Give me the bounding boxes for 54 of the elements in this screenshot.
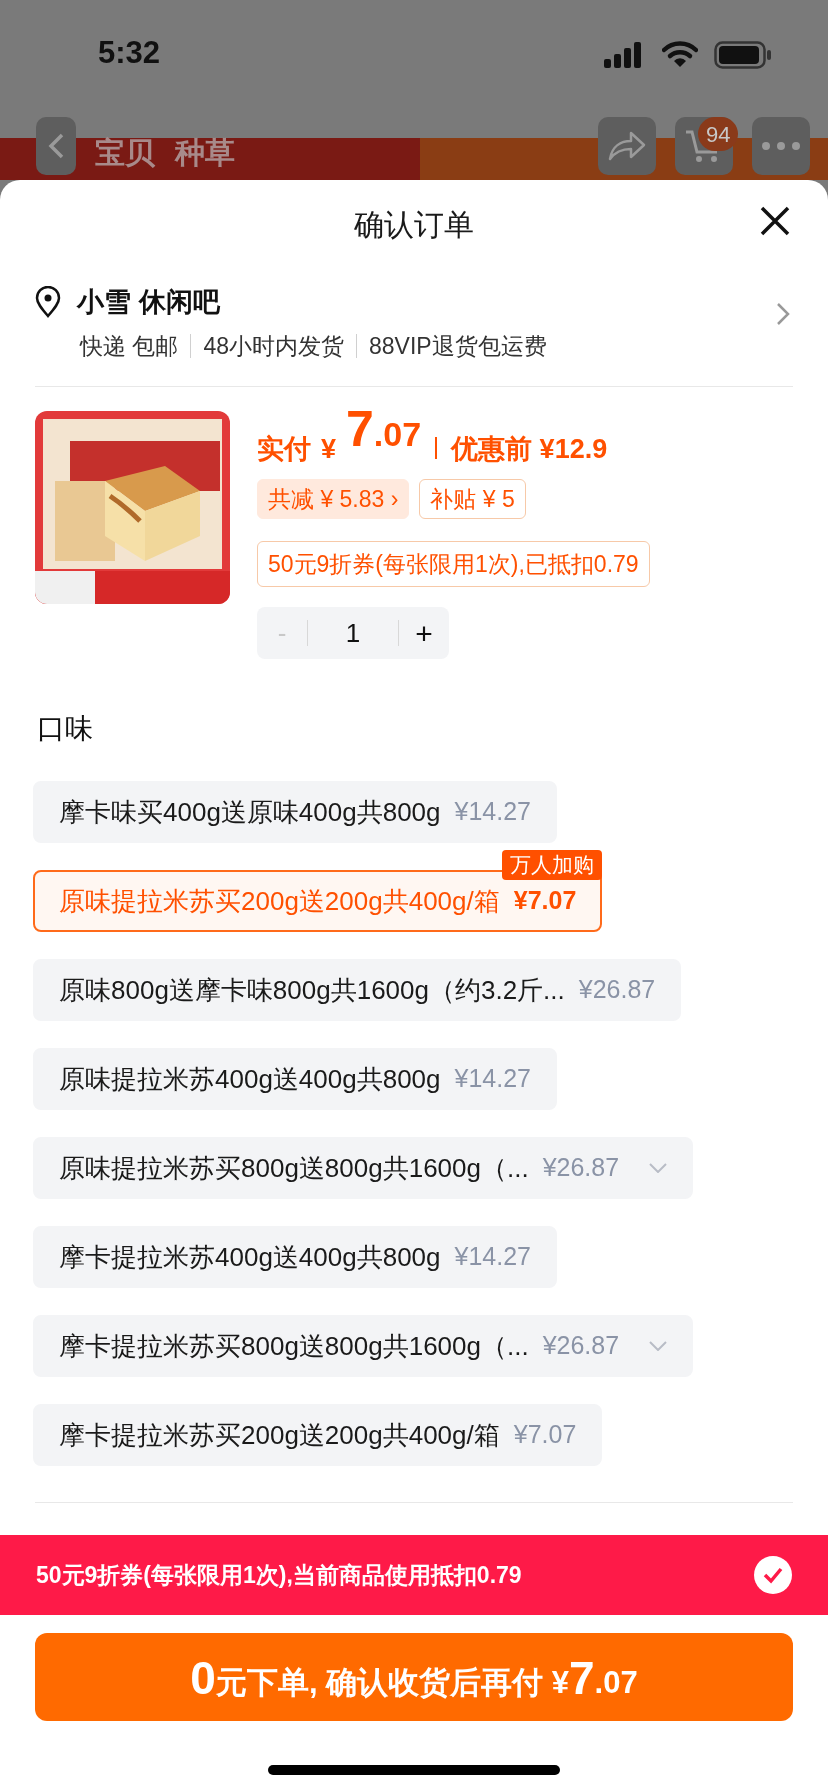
plus-button[interactable]: +	[399, 610, 449, 656]
option-price: ¥26.87	[542, 1152, 620, 1184]
share-arrow-icon	[607, 130, 647, 162]
option-price: ¥26.87	[542, 1330, 620, 1362]
currency-sign: ¥	[321, 433, 337, 466]
original-price: 优惠前 ¥12.9	[451, 433, 608, 466]
checkmark-icon[interactable]	[754, 1556, 792, 1594]
option-price: ¥26.87	[578, 974, 656, 1006]
more-button[interactable]	[752, 117, 810, 175]
option-label: 摩卡味买400g送原味400g共800g	[59, 795, 441, 829]
option-label: 摩卡提拉米苏买200g送200g共400g/箱	[59, 1418, 500, 1452]
option-price: ¥14.27	[454, 1063, 531, 1095]
option-label: 原味提拉米苏买200g送200g共400g/箱	[59, 884, 500, 918]
option-label: 摩卡提拉米苏400g送400g共800g	[59, 1240, 441, 1274]
option-label: 原味800g送摩卡味800g共1600g（约3.2斤...	[59, 973, 565, 1007]
popularity-badge: 万人加购	[502, 850, 603, 880]
option-price: ¥7.07	[513, 1419, 577, 1451]
sheet-title: 确认订单	[354, 206, 474, 243]
discount-tag: 补贴 ¥ 5	[419, 479, 526, 519]
price-amount: 7.07	[346, 403, 422, 459]
status-time: 5:32	[98, 34, 161, 72]
option-chip[interactable]: 原味提拉米苏400g送400g共800g ¥14.27	[33, 1048, 557, 1110]
price-label: 实付	[257, 433, 311, 466]
coupon-banner-text: 50元9折券(每张限用1次),当前商品使用抵扣0.79	[36, 1560, 522, 1590]
option-price: ¥14.27	[454, 796, 531, 828]
option-chip[interactable]: 摩卡提拉米苏买800g送800g共1600g（... ¥26.87	[33, 1315, 694, 1377]
chevron-left-icon	[47, 132, 65, 160]
quantity-value: 1	[344, 616, 362, 650]
option-chip[interactable]: 摩卡提拉米苏400g送400g共800g ¥14.27	[33, 1226, 557, 1288]
close-button[interactable]	[758, 204, 792, 238]
option-label: 原味提拉米苏400g送400g共800g	[59, 1062, 441, 1096]
option-label: 摩卡提拉米苏买800g送800g共1600g（...	[59, 1329, 529, 1363]
more-dots-icon	[761, 141, 801, 151]
close-icon	[758, 204, 792, 238]
chevron-right-icon	[776, 302, 790, 326]
location-pin-icon	[35, 286, 61, 318]
recipient-name: 小雪 休闲吧	[77, 285, 220, 319]
option-chip[interactable]: 原味提拉米苏买800g送800g共1600g（... ¥26.87	[33, 1137, 694, 1199]
battery-icon	[714, 41, 772, 69]
option-label: 原味提拉米苏买800g送800g共1600g（...	[59, 1151, 529, 1185]
signal-icon	[604, 42, 644, 68]
option-price: ¥14.27	[454, 1241, 531, 1273]
coupon-tag: 50元9折券(每张限用1次),已抵扣0.79	[257, 541, 650, 587]
option-chip[interactable]: 摩卡味买400g送原味400g共800g ¥14.27	[33, 781, 557, 843]
shipping-info: 48小时内发货	[203, 331, 344, 361]
section-heading: 口味	[37, 712, 94, 746]
back-button[interactable]	[36, 117, 76, 175]
option-price: ¥7.07	[513, 885, 577, 917]
share-button[interactable]	[598, 117, 656, 175]
option-chip[interactable]: 原味800g送摩卡味800g共1600g（约3.2斤... ¥26.87	[33, 959, 682, 1021]
shipping-info: 快递 包邮	[80, 331, 179, 361]
option-chip[interactable]: 摩卡提拉米苏买200g送200g共400g/箱 ¥7.07	[33, 1404, 603, 1466]
wifi-icon	[662, 40, 698, 68]
shipping-info: 88VIP退货包运费	[369, 331, 547, 361]
